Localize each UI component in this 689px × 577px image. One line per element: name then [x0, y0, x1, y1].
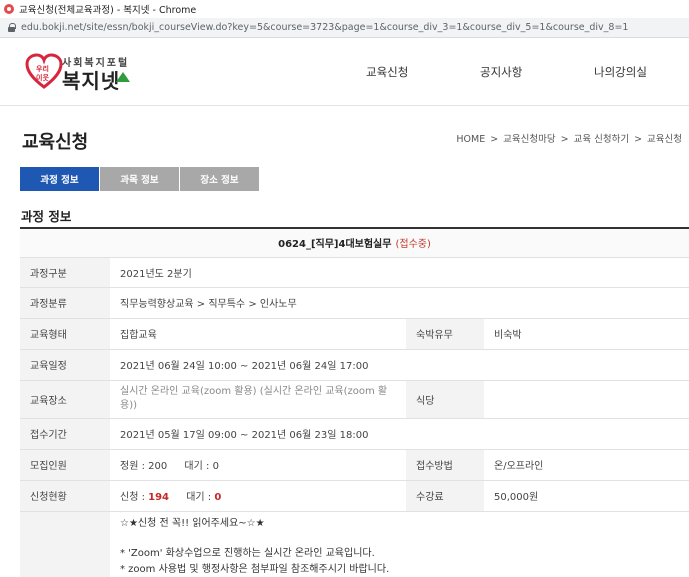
category-value: 2021년도 2분기 [110, 257, 689, 288]
method-value: 온/오프라인 [484, 449, 689, 481]
quota-label: 정원 : [120, 461, 145, 472]
svg-text:이웃: 이웃 [36, 73, 49, 82]
svg-text:우리: 우리 [36, 64, 49, 73]
lodging-value: 비숙박 [484, 318, 689, 350]
breadcrumb-item[interactable]: 교육신청마당 [503, 134, 555, 145]
category-label: 과정구분 [20, 257, 110, 288]
nav-course-apply[interactable]: 교육신청 [366, 64, 408, 80]
window-title: 교육신청(전체교육과정) - 복지넷 - Chrome [19, 5, 197, 16]
lodging-label: 숙박유무 [406, 318, 484, 350]
venue-label: 교육장소 [20, 380, 110, 419]
course-name: 0624_[직무]4대보험실무 [278, 239, 392, 251]
info-tabs: 과정 정보 과목 정보 장소 정보 [20, 167, 260, 191]
breadcrumb-separator: > [490, 134, 499, 145]
table-row: 과정분류 직무능력향상교육 > 직무특수 > 인사노무 [20, 287, 689, 319]
breadcrumb-home[interactable]: HOME [456, 134, 485, 145]
site-favicon-icon [4, 4, 14, 14]
site-logo[interactable]: 우리 이웃 사회복지포털 복지넷 [24, 52, 134, 93]
schedule-label: 교육일정 [20, 349, 110, 381]
table-row: 교육장소 실시간 온라인 교육(zoom 활용) (실시간 온라인 교육(zoo… [20, 380, 689, 419]
schedule-value: 2021년 06월 24일 10:00 ~ 2021년 06월 24일 17:0… [110, 349, 689, 381]
section-title: 과정 정보 [21, 209, 72, 224]
fee-label: 수강료 [406, 480, 484, 512]
breadcrumb: HOME > 교육신청마당 > 교육 신청하기 > 교육신청 [456, 131, 682, 145]
quota-value: 200 [148, 461, 168, 472]
breadcrumb-separator: > [634, 134, 643, 145]
apply-status-value: 신청 : 194 대기 : 0 [110, 480, 406, 512]
breadcrumb-separator: > [560, 134, 569, 145]
classification-value: 직무능력향상교육 > 직무특수 > 인사노무 [110, 287, 689, 319]
logo-mountain-icon [116, 72, 130, 82]
notice-line: * zoom 사용법 및 행정사항은 첨부파일 참조해주시기 바랍니다. [120, 563, 390, 575]
table-row: 접수기간 2021년 05월 17일 09:00 ~ 2021년 06월 23일… [20, 418, 689, 450]
course-name-row: 0624_[직무]4대보험실무 (접수중) [20, 229, 689, 258]
reg-period-value: 2021년 05월 17일 09:00 ~ 2021년 06월 23일 18:0… [110, 418, 689, 450]
course-notice: ☆★신청 전 꼭!! 읽어주세요~☆★ * 'Zoom' 화상수업으로 진행하는… [110, 511, 689, 577]
capacity-wait-label: 대기 : [184, 461, 210, 472]
url-text[interactable]: edu.bokji.net/site/essn/bokji_courseView… [21, 22, 628, 33]
course-info-table: 0624_[직무]4대보험실무 (접수중) 과정구분 2021년도 2분기 과정분… [20, 229, 689, 577]
window-titlebar: 교육신청(전체교육과정) - 복지넷 - Chrome [0, 0, 689, 18]
waiting-label: 대기 : [186, 492, 212, 503]
tab-course-info[interactable]: 과정 정보 [20, 167, 99, 191]
nav-my-classroom[interactable]: 나의강의실 [594, 64, 647, 80]
meal-label: 식당 [406, 380, 484, 419]
logo-heart-icon: 우리 이웃 [25, 53, 63, 89]
course-status: (접수중) [395, 239, 431, 251]
tab-subject-info[interactable]: 과목 정보 [100, 167, 179, 191]
notice-label-cell [20, 511, 110, 577]
page-title: 교육신청 [22, 132, 89, 153]
table-row: 과정구분 2021년도 2분기 [20, 257, 689, 288]
tab-venue-info[interactable]: 장소 정보 [180, 167, 259, 191]
format-value: 집합교육 [110, 318, 406, 350]
breadcrumb-current: 교육신청 [647, 134, 682, 145]
notice-line: ☆★신청 전 꼭!! 읽어주세요~☆★ [120, 517, 265, 529]
applied-count: 194 [148, 492, 170, 503]
address-bar[interactable]: edu.bokji.net/site/essn/bokji_courseView… [0, 18, 689, 38]
site-header: 우리 이웃 사회복지포털 복지넷 교육신청 공지사항 나의강의실 [0, 38, 689, 106]
format-label: 교육형태 [20, 318, 110, 350]
reg-period-label: 접수기간 [20, 418, 110, 450]
table-row: 교육형태 집합교육 숙박유무 비숙박 [20, 318, 689, 350]
capacity-value: 정원 : 200 대기 : 0 [110, 449, 406, 481]
table-row: 신청현황 신청 : 194 대기 : 0 수강료 50,000원 [20, 480, 689, 512]
method-label: 접수방법 [406, 449, 484, 481]
applied-label: 신청 : [120, 492, 145, 503]
breadcrumb-item[interactable]: 교육 신청하기 [574, 134, 629, 145]
classification-label: 과정분류 [20, 287, 110, 319]
table-row: ☆★신청 전 꼭!! 읽어주세요~☆★ * 'Zoom' 화상수업으로 진행하는… [20, 511, 689, 577]
apply-status-label: 신청현황 [20, 480, 110, 512]
nav-notice[interactable]: 공지사항 [480, 64, 522, 80]
capacity-label: 모집인원 [20, 449, 110, 481]
notice-line: * 'Zoom' 화상수업으로 진행하는 실시간 온라인 교육입니다. [120, 547, 375, 559]
venue-value: 실시간 온라인 교육(zoom 활용) (실시간 온라인 교육(zoom 활용)… [110, 380, 406, 419]
fee-value: 50,000원 [484, 480, 689, 512]
table-row: 교육일정 2021년 06월 24일 10:00 ~ 2021년 06월 24일… [20, 349, 689, 381]
notice-line [120, 532, 679, 546]
table-row: 모집인원 정원 : 200 대기 : 0 접수방법 온/오프라인 [20, 449, 689, 481]
lock-icon [8, 23, 16, 32]
logo-name: 복지넷 [62, 69, 121, 93]
meal-value [484, 380, 689, 419]
capacity-wait-value: 0 [212, 461, 219, 472]
waiting-count: 0 [214, 492, 222, 503]
